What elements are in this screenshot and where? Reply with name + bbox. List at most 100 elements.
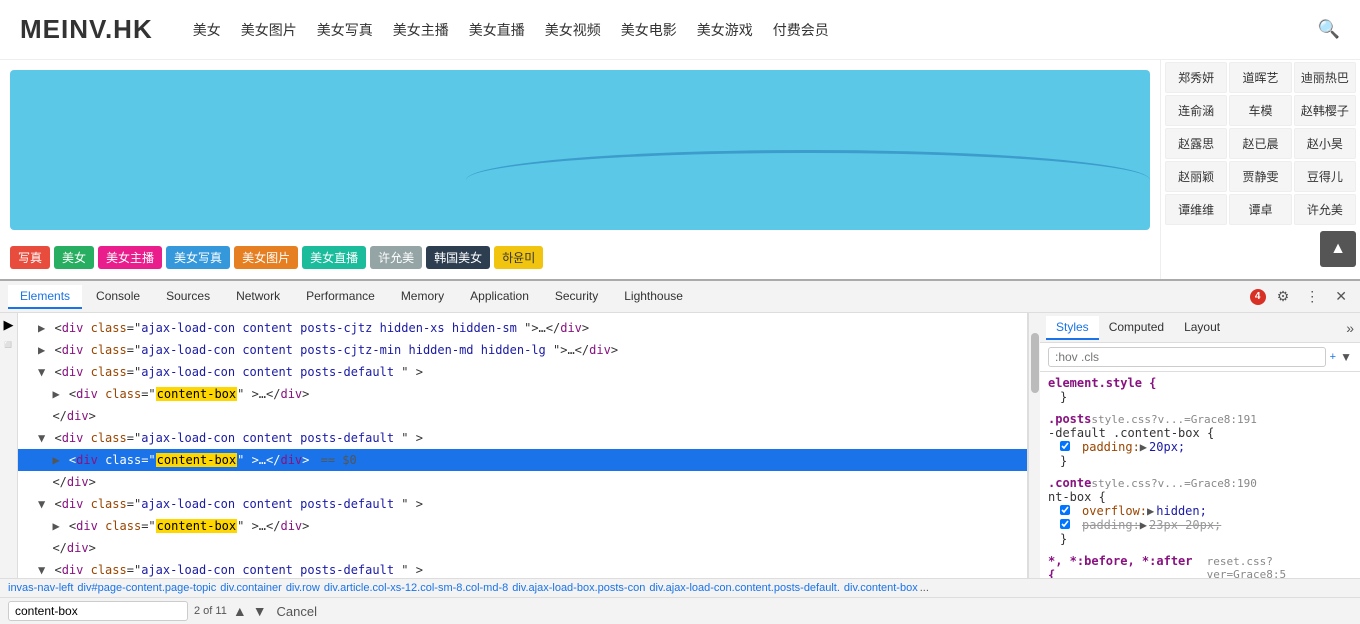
dom-line[interactable]: </div> bbox=[18, 405, 1027, 427]
content-tag[interactable]: 美女图片 bbox=[234, 246, 298, 269]
banner-area bbox=[10, 70, 1150, 230]
content-tag[interactable]: 美女写真 bbox=[166, 246, 230, 269]
nav-item[interactable]: 美女视频 bbox=[545, 20, 601, 40]
devtools-close-button[interactable]: ✕ bbox=[1330, 286, 1352, 307]
nav-item[interactable]: 美女直播 bbox=[469, 20, 525, 40]
sidebar-tag[interactable]: 谭维维 bbox=[1165, 194, 1227, 225]
nav-item[interactable]: 美女电影 bbox=[621, 20, 677, 40]
styles-content: element.style { } .posts style.css?v...=… bbox=[1040, 372, 1360, 578]
dom-line[interactable]: ▶ <div class="content-box" >…</div> bbox=[18, 383, 1027, 405]
sidebar-tag[interactable]: 连俞涵 bbox=[1165, 95, 1227, 126]
content-tag[interactable]: 美女直播 bbox=[302, 246, 366, 269]
styles-tab-layout[interactable]: Layout bbox=[1174, 316, 1230, 340]
devtools-tab-sources[interactable]: Sources bbox=[154, 285, 222, 309]
breadcrumb-item[interactable]: div#page-content.page-topic bbox=[77, 582, 216, 594]
nav-item[interactable]: 美女图片 bbox=[241, 20, 297, 40]
dom-line[interactable]: ▶ <div class="ajax-load-con content post… bbox=[18, 317, 1027, 339]
content-tag[interactable]: 美女 bbox=[54, 246, 94, 269]
content-tag[interactable]: 하윤미 bbox=[494, 246, 543, 269]
nav-item[interactable]: 付费会员 bbox=[773, 20, 829, 40]
content-tag[interactable]: 美女主播 bbox=[98, 246, 162, 269]
search-next-button[interactable]: ▼ bbox=[253, 603, 267, 619]
content-tag[interactable]: 写真 bbox=[10, 246, 50, 269]
style-rule-reset: *, *:before, *:after { reset.css?ver=Gra… bbox=[1048, 554, 1352, 578]
filter-toggle-button[interactable]: ▼ bbox=[1340, 350, 1352, 364]
sidebar-tag[interactable]: 郑秀妍 bbox=[1165, 62, 1227, 93]
sidebar-tag[interactable]: 赵露思 bbox=[1165, 128, 1227, 159]
devtools-tab-console[interactable]: Console bbox=[84, 285, 152, 309]
sidebar-tag[interactable]: 道晖艺 bbox=[1229, 62, 1291, 93]
sidebar-tag[interactable]: 车模 bbox=[1229, 95, 1291, 126]
styles-expand-icon[interactable]: » bbox=[1346, 320, 1354, 336]
sidebar-tag[interactable]: 豆得儿 bbox=[1294, 161, 1356, 192]
devtools-tab-icons: 4 ⚙ ⋮ ✕ bbox=[1250, 286, 1352, 307]
search-cancel-button[interactable]: Cancel bbox=[277, 604, 317, 619]
breadcrumb-item[interactable]: div.ajax-load-con.content.posts-default. bbox=[649, 582, 840, 594]
breadcrumb-item[interactable]: invas-nav-left bbox=[8, 582, 73, 594]
nav-item[interactable]: 美女主播 bbox=[393, 20, 449, 40]
sidebar-tag[interactable]: 赵已晨 bbox=[1229, 128, 1291, 159]
breadcrumb-item[interactable]: div.ajax-load-box.posts-con bbox=[512, 582, 645, 594]
devtools-settings-button[interactable]: ⚙ bbox=[1272, 286, 1295, 307]
dom-line[interactable]: </div> bbox=[18, 537, 1027, 559]
page-content: 写真美女美女主播美女写真美女图片美女直播许允美韩国美女하윤미 郑秀妍道晖艺迪丽热… bbox=[0, 60, 1360, 279]
devtools-tab-security[interactable]: Security bbox=[543, 285, 610, 309]
styles-tab-styles[interactable]: Styles bbox=[1046, 316, 1099, 340]
devtools-scrollbar[interactable] bbox=[1028, 313, 1040, 578]
sidebar-tag[interactable]: 赵丽颖 bbox=[1165, 161, 1227, 192]
style-rule-element: element.style { } bbox=[1048, 376, 1352, 404]
styles-filter-input[interactable] bbox=[1048, 347, 1326, 367]
breadcrumb-item[interactable]: div.content-box bbox=[844, 582, 918, 594]
devtools-more-button[interactable]: ⋮ bbox=[1300, 286, 1324, 307]
content-tag[interactable]: 许允美 bbox=[370, 246, 422, 269]
device-toggle-button[interactable]: ◽ bbox=[0, 337, 16, 353]
prop-checkbox[interactable] bbox=[1060, 441, 1070, 451]
tag-row: 写真美女美女主播美女写真美女图片美女直播许允美韩国美女하윤미 bbox=[0, 240, 1160, 275]
dom-line[interactable]: ▼ <div class="ajax-load-con content post… bbox=[18, 427, 1027, 449]
breadcrumb-item[interactable]: div.row bbox=[286, 582, 320, 594]
error-badge: 4 bbox=[1250, 289, 1266, 305]
devtools-tab-elements[interactable]: Elements bbox=[8, 285, 82, 309]
devtools-tab-memory[interactable]: Memory bbox=[389, 285, 456, 309]
breadcrumb-more[interactable]: ... bbox=[920, 582, 929, 594]
dom-line[interactable]: </div> bbox=[18, 471, 1027, 493]
breadcrumb-item[interactable]: div.article.col-xs-12.col-sm-8.col-md-8 bbox=[324, 582, 508, 594]
dom-line[interactable]: ▼ <div class="ajax-load-con content post… bbox=[18, 493, 1027, 515]
sidebar-tag[interactable]: 赵韩樱子 bbox=[1294, 95, 1356, 126]
error-circle: 4 bbox=[1250, 289, 1266, 305]
prop-checkbox3[interactable] bbox=[1060, 519, 1070, 529]
devtools-tab-application[interactable]: Application bbox=[458, 285, 541, 309]
inspect-element-button[interactable]: ▶ bbox=[4, 317, 14, 333]
search-icon-nav[interactable]: 🔍 bbox=[1318, 19, 1340, 40]
content-tag[interactable]: 韩国美女 bbox=[426, 246, 490, 269]
devtools-tab-performance[interactable]: Performance bbox=[294, 285, 387, 309]
sidebar-tag[interactable]: 贾静雯 bbox=[1229, 161, 1291, 192]
styles-filter-row: + ▼ bbox=[1040, 343, 1360, 372]
logo[interactable]: MEINV.HK bbox=[20, 14, 153, 45]
dom-line[interactable]: ▶ <div class="ajax-load-con content post… bbox=[18, 339, 1027, 361]
right-page: 郑秀妍道晖艺迪丽热巴连俞涵车模赵韩樱子赵露思赵已晨赵小昊赵丽颖贾静雯豆得儿谭维维… bbox=[1160, 60, 1360, 279]
devtools-tab-lighthouse[interactable]: Lighthouse bbox=[612, 285, 695, 309]
search-prev-button[interactable]: ▲ bbox=[233, 603, 247, 619]
devtools-wrapper: ElementsConsoleSourcesNetworkPerformance… bbox=[0, 279, 1360, 624]
dom-line[interactable]: ▶ <div class="content-box" >…</div> bbox=[18, 515, 1027, 537]
devtools-tabs-bar: ElementsConsoleSourcesNetworkPerformance… bbox=[0, 281, 1360, 313]
breadcrumb-item[interactable]: div.container bbox=[220, 582, 282, 594]
sidebar-tag[interactable]: 赵小昊 bbox=[1294, 128, 1356, 159]
dom-line[interactable]: ▼ <div class="ajax-load-con content post… bbox=[18, 361, 1027, 383]
devtools-tab-network[interactable]: Network bbox=[224, 285, 292, 309]
nav-item[interactable]: 美女游戏 bbox=[697, 20, 753, 40]
sidebar-tag[interactable]: 谭卓 bbox=[1229, 194, 1291, 225]
styles-tab-computed[interactable]: Computed bbox=[1099, 316, 1174, 340]
nav-item[interactable]: 美女 bbox=[193, 20, 221, 40]
sidebar-tag-grid: 郑秀妍道晖艺迪丽热巴连俞涵车模赵韩樱子赵露思赵已晨赵小昊赵丽颖贾静雯豆得儿谭维维… bbox=[1161, 60, 1360, 227]
nav-item[interactable]: 美女写真 bbox=[317, 20, 373, 40]
sidebar-tag[interactable]: 迪丽热巴 bbox=[1294, 62, 1356, 93]
filter-hov-button[interactable]: + bbox=[1330, 351, 1336, 363]
search-input[interactable] bbox=[8, 601, 188, 621]
prop-checkbox2[interactable] bbox=[1060, 505, 1070, 515]
dom-line[interactable]: ▶ <div class="content-box" >…</div> == $… bbox=[18, 449, 1027, 471]
sidebar-tag[interactable]: 许允美 bbox=[1294, 194, 1356, 225]
dom-line[interactable]: ▼ <div class="ajax-load-con content post… bbox=[18, 559, 1027, 578]
scroll-up-button[interactable]: ▲ bbox=[1320, 231, 1356, 267]
